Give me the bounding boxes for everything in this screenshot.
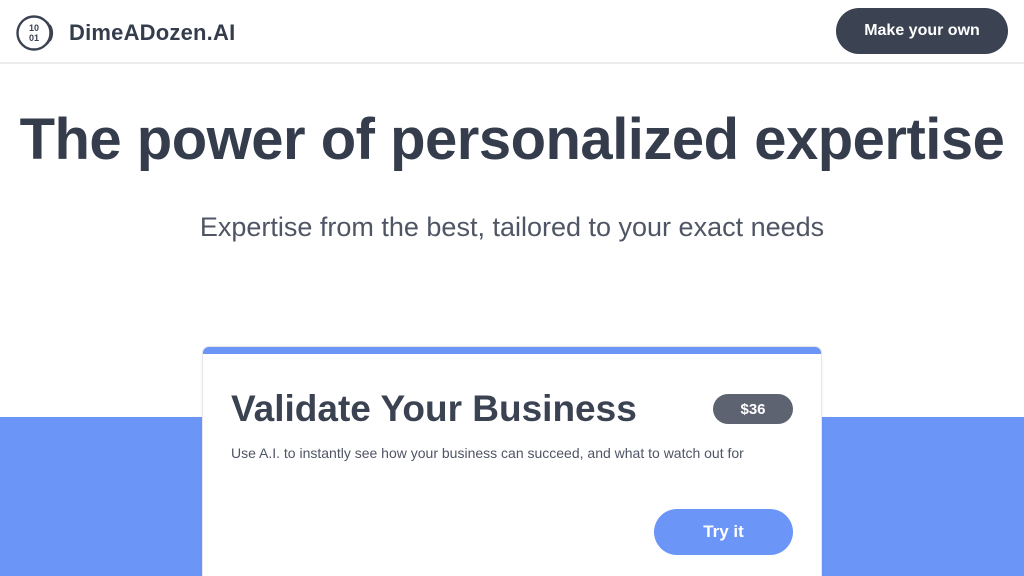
- coin-binary-icon: 10 01: [16, 15, 54, 51]
- logo-glyph-top: 10: [29, 23, 39, 33]
- hero-title: The power of personalized expertise: [19, 107, 1005, 172]
- logo-glyph-bottom: 01: [29, 33, 39, 43]
- price-badge: $36: [713, 394, 793, 424]
- product-card: Validate Your Business $36 Use A.I. to i…: [203, 347, 821, 576]
- make-your-own-button[interactable]: Make your own: [836, 8, 1008, 54]
- logo[interactable]: 10 01 DimeADozen.AI: [16, 14, 235, 52]
- try-it-button[interactable]: Try it: [654, 509, 793, 555]
- brand-name: DimeADozen.AI: [69, 20, 236, 45]
- hero-subtitle: Expertise from the best, tailored to you…: [199, 212, 825, 242]
- card-description: Use A.I. to instantly see how your busin…: [231, 445, 744, 461]
- card-title: Validate Your Business: [231, 388, 637, 429]
- site-header: 10 01 DimeADozen.AI Make your own: [0, 0, 1024, 64]
- page: 10 01 DimeADozen.AI Make your own The po…: [0, 0, 1024, 576]
- card-accent-bar: [203, 347, 821, 354]
